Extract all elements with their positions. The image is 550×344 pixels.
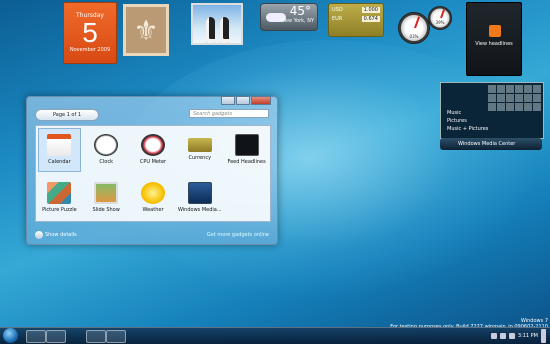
show-details-toggle[interactable]: Show details [35,229,77,241]
taskbar-button-firefox[interactable] [26,330,46,343]
feed-headlines-gadget[interactable]: View headlines [466,2,522,76]
page-label: Page 1 of 1 [52,112,82,118]
puzzle-icon [47,181,72,204]
currency-code: EUR [332,16,343,22]
show-details-label: Show details [45,232,77,238]
slide-show-gadget[interactable] [191,3,243,45]
currency-gadget[interactable]: USD 1.000 EUR 0.674 [328,3,384,37]
cpu-dial-icon: 03% [398,12,430,44]
gadget-label: Picture Puzzle [42,206,77,213]
cpu-meter-icon [140,134,165,157]
gadget-item-media-center[interactable]: Windows Media... [176,174,223,222]
show-desktop-button[interactable] [541,329,546,343]
gallery-footer: Show details Get more gadgets online [35,229,269,241]
clock-icon [94,134,119,157]
close-button[interactable] [251,96,271,105]
memory-dial-icon: 39% [428,6,452,30]
weather-gadget[interactable]: 45° New York, NY [260,3,318,31]
taskbar-button-explorer[interactable] [46,330,66,343]
gadget-grid-empty-slot [223,174,270,222]
calendar-icon [47,134,72,157]
rss-icon [489,25,501,37]
gadget-item-weather[interactable]: Weather [130,174,177,222]
gadget-item-currency[interactable]: Currency [176,126,223,174]
currency-icon [187,138,212,153]
weather-temperature: 45° [289,4,311,18]
cpu-percent: 03% [409,34,419,39]
media-list: Music Pictures Music + Pictures [447,109,488,133]
flag-icon[interactable] [490,333,497,339]
gadget-label: Slide Show [92,206,120,213]
gadget-item-feed-headlines[interactable]: Feed Headlines [223,126,270,174]
gadget-gallery-window: Page 1 of 1 Search gadgets Calendar Cloc… [26,96,278,245]
media-item[interactable]: Music + Pictures [447,125,488,133]
gadget-label: Calendar [48,159,71,166]
taskbar-button-ie[interactable] [66,330,86,343]
system-tray: 3:11 PM [490,328,546,344]
currency-value[interactable]: 0.674 [361,16,380,22]
cpu-meter-gadget[interactable]: 03% 39% [398,6,454,44]
window-controls [221,96,271,105]
media-center-gadget[interactable]: Music Pictures Music + Pictures [440,82,544,139]
currency-row: USD 1.000 [332,7,380,13]
volume-icon[interactable] [508,333,515,339]
calendar-month-year: November 2009 [69,47,111,53]
weather-icon [140,181,165,204]
calendar-gadget[interactable]: Thursday 5 November 2009 [63,2,117,64]
gadget-item-picture-puzzle[interactable]: Picture Puzzle [36,174,83,222]
slideshow-icon [94,181,119,204]
weather-city: New York, NY [281,18,314,24]
maximize-button[interactable] [236,96,250,105]
start-button[interactable] [3,328,18,343]
currency-row: EUR 0.674 [332,16,380,22]
fleur-de-lis-icon: ⚜ [133,13,159,47]
media-center-bar[interactable]: Windows Media Center [440,138,542,150]
gadget-label: Windows Media... [177,206,222,213]
feed-icon [234,134,259,157]
gadget-label: CPU Meter [139,159,167,166]
penguin-image [205,17,215,43]
gadget-item-slide-show[interactable]: Slide Show [83,174,130,222]
calendar-day: 5 [82,17,98,48]
media-item[interactable]: Pictures [447,117,488,125]
penguin-image [219,17,229,43]
media-thumbnails [488,85,541,111]
taskbar-button-gadgets[interactable] [106,330,126,343]
search-input[interactable]: Search gadgets [189,109,269,118]
gadget-item-cpu-meter[interactable]: CPU Meter [130,126,177,174]
gadget-label: Feed Headlines [227,159,266,166]
currency-value[interactable]: 1.000 [361,7,380,13]
memory-percent: 39% [435,20,445,25]
chevron-down-icon [35,231,43,239]
clock[interactable]: 3:11 PM [518,333,538,339]
media-item[interactable]: Music [447,109,488,117]
picture-frame-gadget[interactable]: ⚜ [123,4,169,56]
gadget-label: Clock [99,159,113,166]
page-navigator[interactable]: Page 1 of 1 [35,109,99,121]
currency-code: USD [332,7,343,13]
taskbar-button-folder[interactable] [86,330,106,343]
gadget-label: Weather [142,206,164,213]
gadget-label: Currency [188,155,212,162]
get-more-gadgets-link[interactable]: Get more gadgets online [207,229,269,241]
gadget-item-calendar[interactable]: Calendar [38,128,81,172]
view-headlines-link[interactable]: View headlines [467,41,521,47]
media-center-icon [187,181,212,204]
minimize-button[interactable] [221,96,235,105]
network-icon[interactable] [499,333,506,339]
gadget-grid: Calendar Clock CPU Meter Currency Feed H… [35,125,271,222]
taskbar: 3:11 PM [0,327,550,344]
gadget-item-clock[interactable]: Clock [83,126,130,174]
